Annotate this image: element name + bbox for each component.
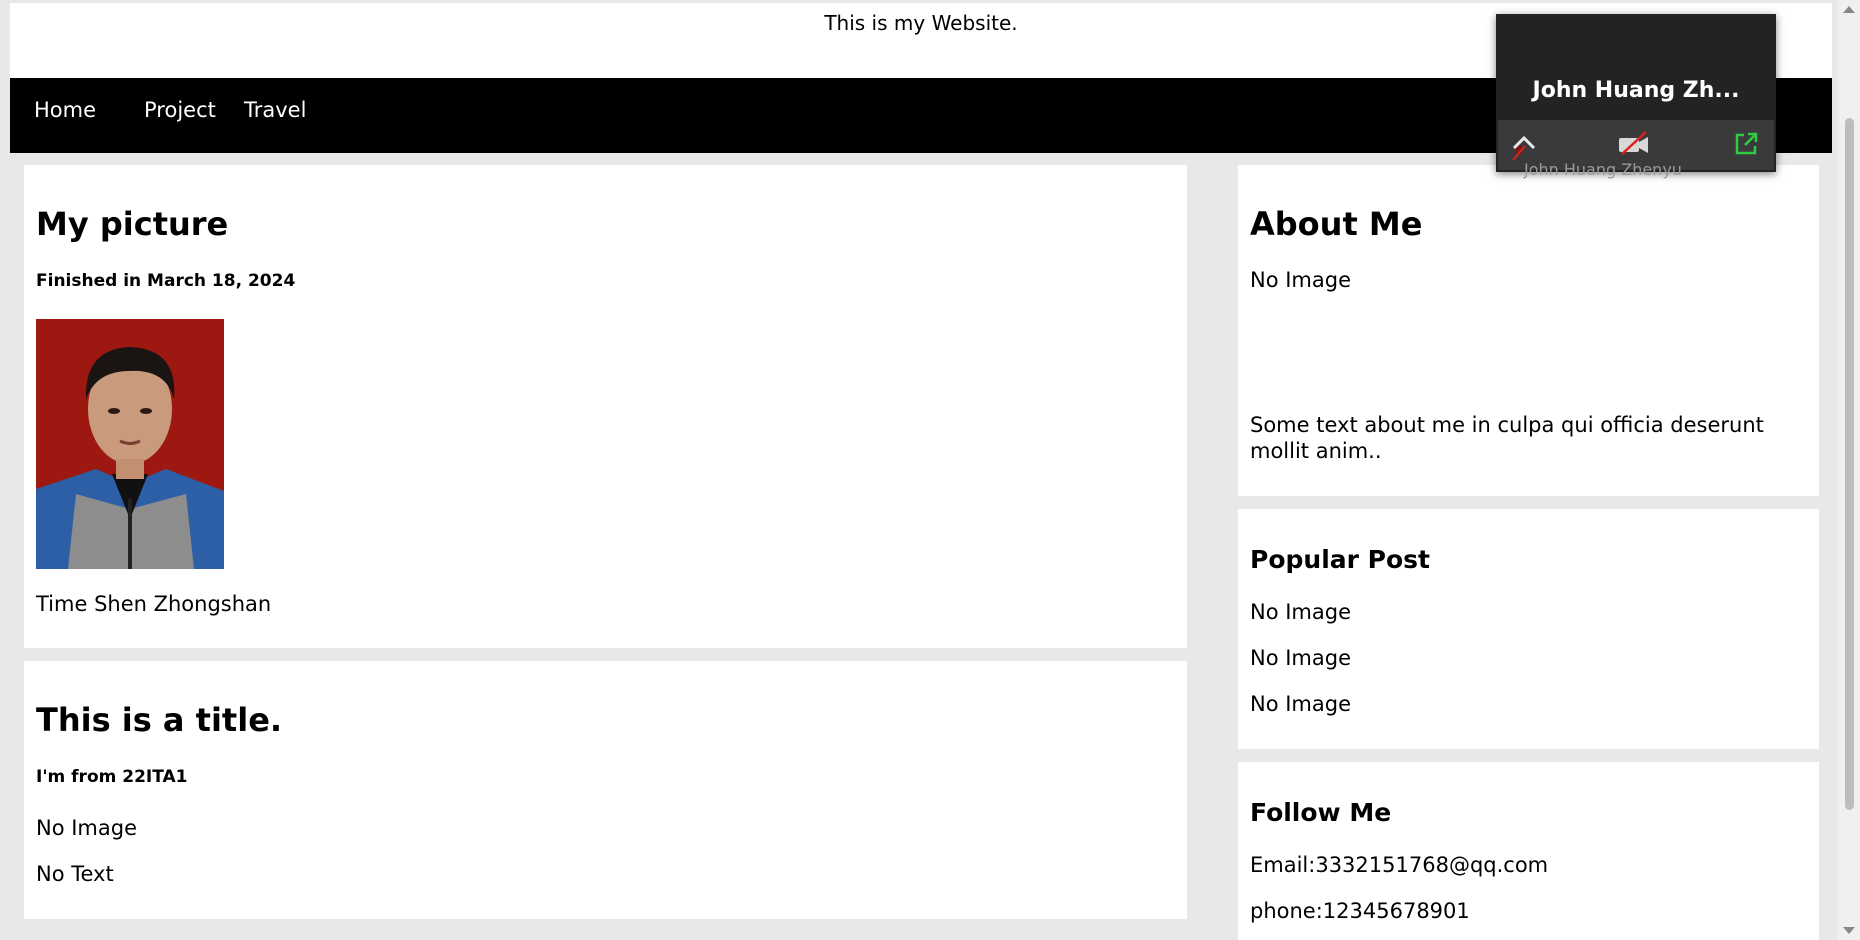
nav-link-travel[interactable]: Travel [234,92,316,128]
about-image-placeholder: No Image [1250,268,1352,292]
about-text: Some text about me in culpa qui officia … [1250,413,1764,463]
video-off-icon[interactable] [1616,130,1652,156]
post-title: My picture [36,205,229,243]
participant-full-name: John Huang Zhenyu [1524,160,1682,179]
popular-item: No Image [1250,600,1352,624]
post-card-my-picture: My picture Finished in March 18, 2024 Ti… [24,165,1187,648]
post-card-title: This is a title. I'm from 22ITA1 No Imag… [24,661,1187,919]
post-subtitle: I'm from 22ITA1 [36,767,188,787]
nav-link-home[interactable]: Home [24,92,106,128]
popular-item: No Image [1250,646,1352,670]
follow-email: Email:3332151768@qq.com [1250,853,1549,877]
scrollbar-thumb[interactable] [1845,118,1854,810]
sidebar-card-follow: Follow Me Email:3332151768@qq.com phone:… [1238,762,1819,940]
about-title: About Me [1250,205,1423,243]
nav-link-project[interactable]: Project [134,92,226,128]
profile-photo [36,319,224,569]
post-image-placeholder: No Image [36,816,138,840]
popular-item: No Image [1250,692,1352,716]
follow-phone: phone:12345678901 [1250,899,1470,923]
post-text-placeholder: No Text [36,862,114,886]
sidebar-card-popular: Popular Post No Image No Image No Image [1238,509,1819,749]
video-call-overlay[interactable]: John Huang Zh... John Huang Zhenyu [1496,14,1776,179]
popout-icon[interactable] [1732,130,1760,158]
follow-title: Follow Me [1250,798,1392,827]
chevron-up-icon[interactable] [1510,132,1538,152]
post-date: Finished in March 18, 2024 [36,271,296,291]
scroll-up-arrow-icon[interactable] [1843,6,1855,13]
sidebar-card-about: About Me No Image Some text about me in … [1238,165,1819,496]
participant-name: John Huang Zh... [1532,78,1740,103]
scroll-down-arrow-icon[interactable] [1843,927,1855,934]
post-title: This is a title. [36,701,283,739]
popular-title: Popular Post [1250,545,1430,574]
page-scrollbar[interactable] [1838,0,1860,940]
photo-caption: Time Shen Zhongshan [36,592,272,616]
